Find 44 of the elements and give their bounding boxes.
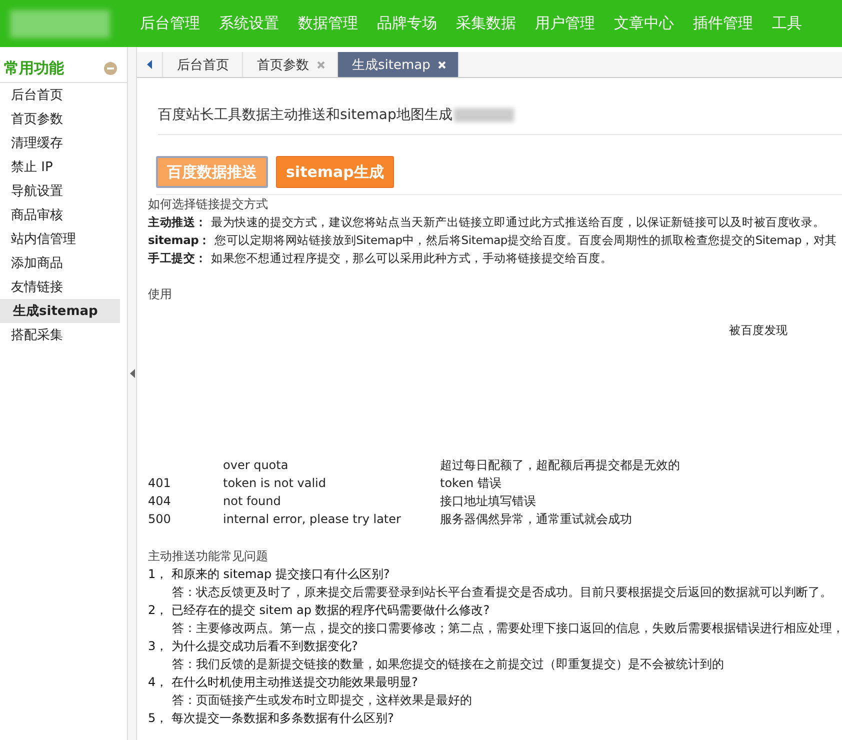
section-heading: 如何选择链接提交方式 <box>148 196 269 213</box>
sidebar-item[interactable]: 导航设置 <box>0 179 127 203</box>
sidebar-item[interactable]: 后台首页 <box>0 83 127 107</box>
faq-question: 3， 为什么提交成功后看不到数据变化? <box>148 638 359 655</box>
faq-question: 5， 每次提交一条数据和多条数据有什么区别? <box>148 710 395 727</box>
error-code: 404 <box>148 493 172 510</box>
blurred-text <box>454 108 514 122</box>
left-arrow-icon[interactable] <box>130 369 134 378</box>
error-description: 接口地址填写错误 <box>440 493 537 510</box>
sidebar-item[interactable]: 站内信管理 <box>0 227 127 251</box>
error-message: over quota <box>223 457 290 474</box>
error-description: token 错误 <box>440 475 502 492</box>
section-heading: 使用 <box>148 286 172 303</box>
description-text: sitemap： 您可以定期将网站链接放到Sitemap中，然后将Sitemap提交给百度。百度会周期性的抓取检查您提交的Sitemap，对其 <box>148 232 838 249</box>
left-arrow-icon <box>147 60 152 69</box>
error-description: 超过每日配额了，超配额后再提交都是无效的 <box>440 457 681 474</box>
tab[interactable]: 生成sitemap <box>338 52 460 77</box>
description-text: 主动推送： 最为快速的提交方式，建议您将站点当天新产出链接立即通过此方式推送给百度，以保证新链接可以及时被百度收录。 <box>148 214 826 231</box>
faq-question: 2， 已经存在的提交 sitem ap 数据的程序代码需要做什么修改? <box>148 602 491 619</box>
sidebar-item[interactable]: 友情链接 <box>0 275 127 299</box>
faq-answer: 答：状态反馈更及时了，原来提交后需要登录到站长平台查看提交是否成功。目前只要根据提交后返回的数据就可以判断了。 <box>171 584 833 601</box>
error-message: not found <box>223 493 282 510</box>
error-description: 服务器偶然异常，通常重试就会成功 <box>440 511 633 528</box>
error-code: 401 <box>148 475 172 492</box>
page-title: 百度站长工具数据主动推送和sitemap地图生成 <box>158 106 842 135</box>
sidebar-item[interactable]: 添加商品 <box>0 251 127 275</box>
sidebar-item[interactable]: 搭配采集 <box>0 323 127 347</box>
faq-answer: 答：主要修改两点。第一点，提交的接口需要修改；第二点，需要处理下接口返回的信息，失败后需要根据错误进行相应处理， <box>171 620 842 637</box>
description-text: 被百度发现 <box>728 322 788 339</box>
sidebar-title: 常用功能 <box>4 59 64 78</box>
faq-answer: 答：我们反馈的是新提交链接的数量，如果您提交的链接在之前提交过（即重复提交）是不会被统计到的 <box>171 656 725 673</box>
sidebar-item[interactable]: 生成sitemap <box>0 299 120 323</box>
section-heading: 主动推送功能常见问题 <box>148 548 269 565</box>
sidebar-item[interactable]: 清理缓存 <box>0 131 127 155</box>
sidebar-item[interactable]: 商品审核 <box>0 203 127 227</box>
description-text: 手工提交： 如果您不想通过程序提交，那么可以采用此种方式，手动将链接提交给百度。 <box>148 250 614 267</box>
faq-question: 1， 和原来的 sitemap 提交接口有什么区别? <box>148 566 391 583</box>
sidebar-item[interactable]: 首页参数 <box>0 107 127 131</box>
error-message: internal error, please try later <box>223 511 402 528</box>
faq-answer: 答：页面链接产生或发布时立即提交，这样效果是最好的 <box>171 692 473 709</box>
sidebar-item[interactable]: 禁止 IP <box>0 155 127 179</box>
error-code: 500 <box>148 511 172 528</box>
faq-question: 4， 在什么时机使用主动推送提交功能效果最明显? <box>148 674 419 691</box>
error-message: token is not valid <box>223 475 327 492</box>
